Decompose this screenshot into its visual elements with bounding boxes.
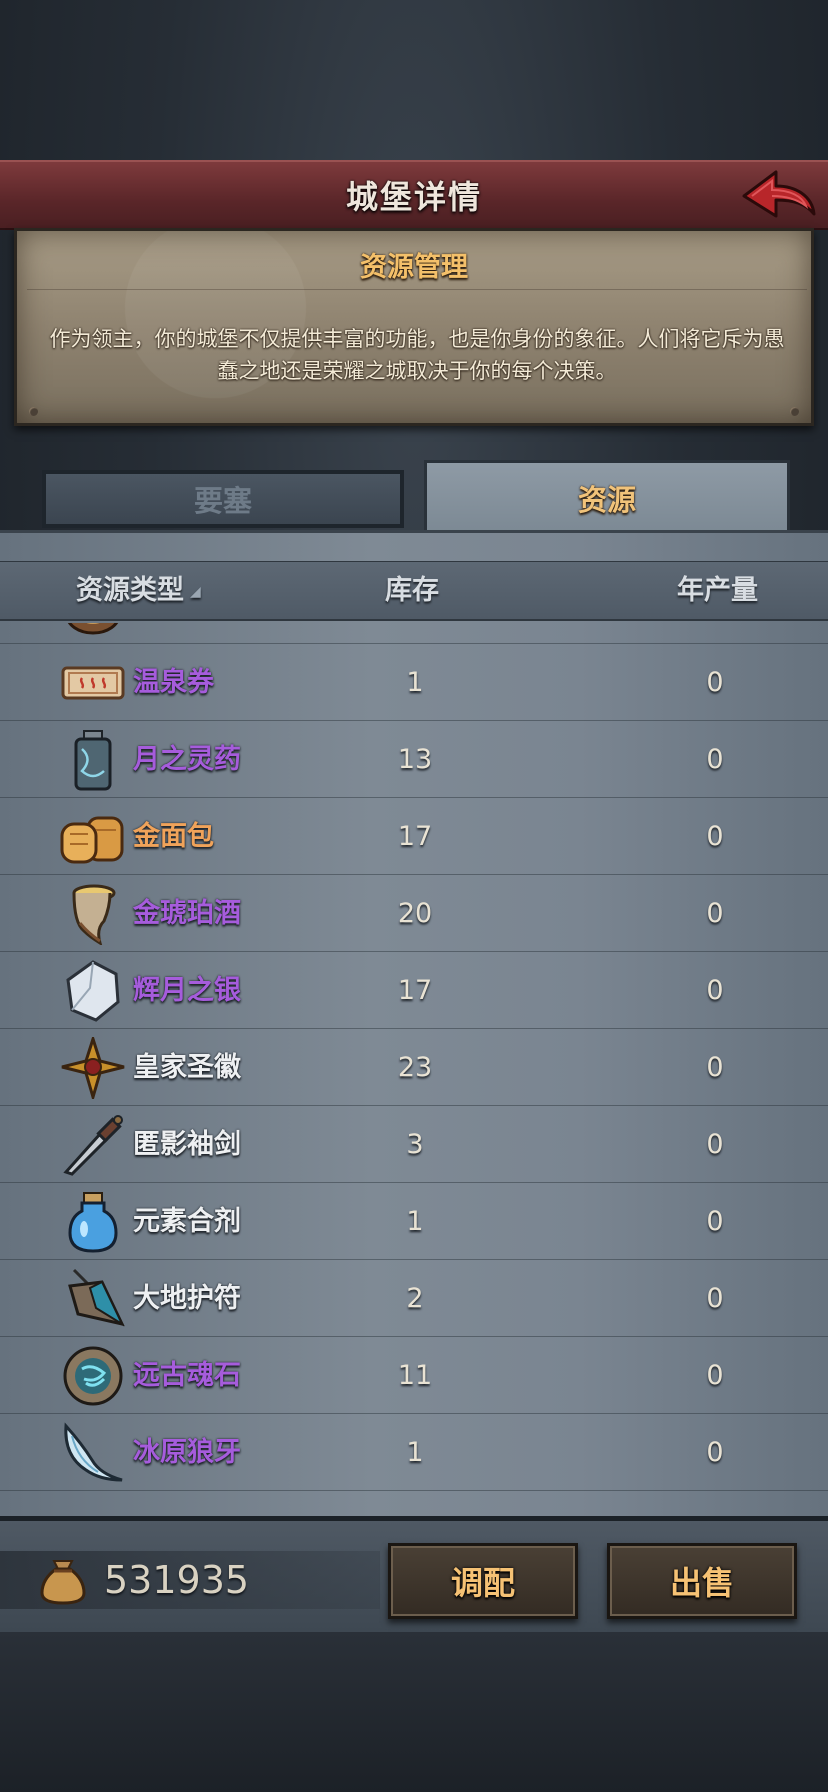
rivet [29, 407, 38, 416]
ancient-soulstone-icon [60, 1345, 126, 1407]
resource-production: 0 [706, 1129, 724, 1160]
resource-stock: 20 [397, 898, 433, 929]
resource-name: 金面包 [133, 821, 214, 852]
resource-panel: 资源类型 ◢ 库存 年产量 温泉券 1 0 月之灵药 13 0 金面包 17 0… [0, 530, 828, 1516]
moon-elixir-icon [60, 729, 126, 791]
resource-name: 月之灵药 [133, 744, 241, 775]
list-item[interactable]: 远古魂石 11 0 [0, 1337, 828, 1414]
resource-production: 0 [706, 898, 724, 929]
list-item[interactable]: 元素合剂 1 0 [0, 1183, 828, 1260]
list-item[interactable]: 大地护符 2 0 [0, 1260, 828, 1337]
column-header-stock[interactable]: 库存 [385, 562, 439, 620]
resource-name: 远古魂石 [133, 1360, 241, 1391]
resource-list[interactable]: 温泉券 1 0 月之灵药 13 0 金面包 17 0 金琥珀酒 20 0 辉月之… [0, 623, 828, 1503]
resource-stock: 11 [397, 1360, 433, 1391]
info-divider [27, 289, 807, 290]
gold-display: 531935 [0, 1551, 380, 1609]
resource-stock: 17 [397, 975, 433, 1006]
list-item[interactable]: 温泉券 1 0 [0, 644, 828, 721]
resource-production: 0 [706, 1052, 724, 1083]
list-item[interactable] [0, 623, 828, 644]
back-arrow-icon [742, 170, 816, 218]
resource-stock: 1 [406, 1437, 424, 1468]
bottom-bar: 531935 调配 出售 [0, 1516, 828, 1632]
resource-name: 辉月之银 [133, 975, 241, 1006]
list-item[interactable]: 皇家圣徽 23 0 [0, 1029, 828, 1106]
resource-stock: 17 [397, 821, 433, 852]
list-item[interactable]: 月之灵药 13 0 [0, 721, 828, 798]
resource-production: 0 [706, 1283, 724, 1314]
background-bottom [0, 1630, 828, 1792]
resource-name: 元素合剂 [133, 1206, 241, 1237]
info-description: 作为领主，你的城堡不仅提供丰富的功能，也是你身份的象征。人们将它斥为愚蠢之地还是… [49, 327, 785, 383]
list-item[interactable]: 冰原狼牙 1 0 [0, 1414, 828, 1491]
tab-bar: 要塞 资源 [36, 460, 792, 532]
gold-sack-icon [40, 1555, 86, 1605]
resource-stock: 1 [406, 667, 424, 698]
golden-bread-icon [60, 806, 126, 868]
list-item[interactable]: 金琥珀酒 20 0 [0, 875, 828, 952]
amber-horn-icon [60, 883, 126, 947]
gold-amount: 531935 [104, 1558, 250, 1602]
resource-name: 皇家圣徽 [133, 1052, 241, 1083]
list-item[interactable]: 金面包 17 0 [0, 798, 828, 875]
rivet [790, 407, 799, 416]
resource-name: 金琥珀酒 [133, 898, 241, 929]
info-title: 资源管理 [360, 252, 468, 283]
resource-stock: 23 [397, 1052, 433, 1083]
title-banner: 城堡详情 [0, 160, 828, 230]
resource-production: 0 [706, 1360, 724, 1391]
earth-amulet-icon [60, 1268, 126, 1330]
back-button[interactable] [738, 166, 818, 228]
hot-spring-ticket-icon [60, 652, 126, 714]
hidden-blade-icon [60, 1114, 126, 1176]
elemental-potion-icon [60, 1191, 126, 1253]
tab-fortress[interactable]: 要塞 [42, 470, 404, 528]
resource-stock: 13 [397, 744, 433, 775]
resource-name: 匿影袖剑 [133, 1129, 241, 1160]
resource-stock: 3 [406, 1129, 424, 1160]
page-title: 城堡详情 [345, 178, 482, 216]
resource-production: 0 [706, 1437, 724, 1468]
frost-wolf-fang-icon [60, 1422, 126, 1484]
info-panel: 资源管理 作为领主，你的城堡不仅提供丰富的功能，也是你身份的象征。人们将它斥为愚… [14, 228, 814, 426]
adjust-button[interactable]: 调配 [388, 1543, 578, 1619]
resource-stock: 1 [406, 1206, 424, 1237]
list-item[interactable]: 匿影袖剑 3 0 [0, 1106, 828, 1183]
sell-button[interactable]: 出售 [607, 1543, 797, 1619]
resource-production: 0 [706, 975, 724, 1006]
resource-production: 0 [706, 821, 724, 852]
resource-production: 0 [706, 667, 724, 698]
sort-icon: ◢ [190, 583, 201, 600]
resource-icon [60, 623, 126, 637]
resource-production: 0 [706, 744, 724, 775]
royal-emblem-icon [60, 1034, 126, 1103]
column-header-production[interactable]: 年产量 [677, 562, 758, 620]
table-header: 资源类型 ◢ 库存 年产量 [0, 561, 828, 621]
column-header-type-label: 资源类型 [76, 575, 184, 606]
moon-silver-icon [60, 960, 126, 1022]
resource-production: 0 [706, 1206, 724, 1237]
tab-resources[interactable]: 资源 [424, 460, 790, 532]
list-item[interactable]: 辉月之银 17 0 [0, 952, 828, 1029]
resource-name: 温泉券 [133, 667, 214, 698]
resource-stock: 2 [406, 1283, 424, 1314]
column-header-type[interactable]: 资源类型 ◢ [76, 562, 201, 620]
resource-name: 大地护符 [133, 1283, 241, 1314]
resource-name: 冰原狼牙 [133, 1437, 241, 1468]
